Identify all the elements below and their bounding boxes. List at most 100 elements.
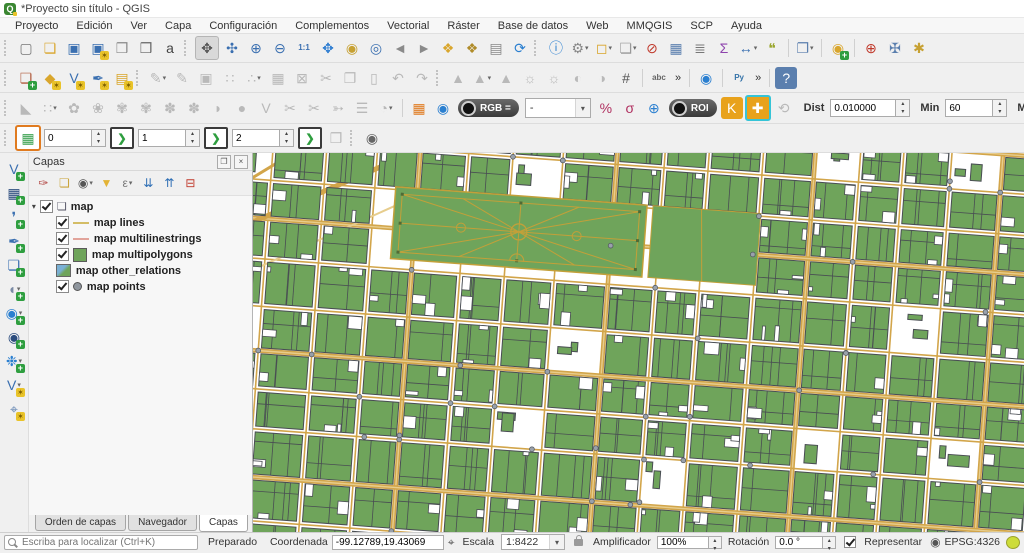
add-postgis-layer[interactable]: ◖+▾ [3, 278, 25, 300]
menu-ver[interactable]: Ver [122, 20, 157, 32]
new-geopackage-layer[interactable]: ◆✶ [39, 67, 61, 89]
layer-row[interactable]: map multipolygons [29, 247, 252, 262]
close-panel[interactable]: × [234, 155, 248, 169]
band-1-apply[interactable]: ❯ [110, 127, 134, 149]
check-geometries[interactable]: ✱ [908, 37, 930, 59]
dist-input[interactable] [830, 99, 895, 117]
run-feature-action[interactable]: ⚙▾ [569, 37, 591, 59]
gps-tracking[interactable]: ⊕ [860, 37, 882, 59]
collapse-all[interactable]: ⇈ [160, 174, 179, 193]
new-spatialite-layer[interactable]: ✒✶ [87, 67, 109, 89]
magnifier-input[interactable] [657, 536, 708, 549]
crs-value[interactable]: EPSG:4326 [945, 536, 1000, 548]
min-arrows[interactable]: ▴▾ [992, 99, 1007, 117]
zoom-native-resolution[interactable]: 1:1 [293, 37, 315, 59]
manage-map-themes[interactable]: ◉▾ [76, 174, 95, 193]
bookmark-manager[interactable]: ▤ [485, 37, 507, 59]
locator-input[interactable] [20, 536, 194, 549]
plugins-overflow[interactable]: » [755, 72, 761, 84]
menu-web[interactable]: Web [577, 20, 617, 32]
layer-checkbox[interactable] [56, 232, 69, 245]
measure-line[interactable]: ↔▾ [737, 37, 759, 59]
style-manager[interactable]: a [159, 37, 181, 59]
add-virtual-layer[interactable]: ❏+ [3, 254, 25, 276]
messages-icon[interactable] [1006, 536, 1020, 549]
new-map-view[interactable]: ❐▾ [794, 37, 816, 59]
dropdown-arrow-icon[interactable]: ▾ [575, 99, 590, 117]
menu-mmqgis[interactable]: MMQGIS [618, 20, 682, 32]
group-expander-icon[interactable]: ▾ [29, 202, 39, 211]
refresh-map[interactable]: ⟳ [509, 37, 531, 59]
band-2-arrows[interactable]: ▴▾ [185, 129, 200, 147]
add-wcs-layer[interactable]: ◉+ [3, 326, 25, 348]
scp-add-roi[interactable]: ✚ [745, 95, 771, 121]
osm-place-search[interactable]: ◉ [695, 67, 717, 89]
scp-band-set[interactable]: ▦ [408, 97, 430, 119]
add-vector-tile-layer[interactable]: V✶▾ [3, 374, 25, 396]
scp-percent-stretch[interactable]: % [595, 97, 617, 119]
rotation-arrows[interactable]: ▴▾ [822, 536, 836, 549]
map-tips[interactable]: ❝ [761, 37, 783, 59]
save-project-as[interactable]: ▣✶ [87, 37, 109, 59]
open-layer-styling[interactable]: ✑ [34, 174, 53, 193]
locator-search[interactable] [4, 535, 198, 550]
expand-all[interactable]: ⇊ [139, 174, 158, 193]
pan-map[interactable]: ✥ [195, 36, 219, 60]
georeferencer[interactable]: # [615, 67, 637, 89]
python-console[interactable]: Py [728, 67, 750, 89]
menu-edici-n[interactable]: Edición [67, 20, 121, 32]
open-attribute-table[interactable]: ▦ [665, 37, 687, 59]
filter-legend[interactable]: ▼ [97, 174, 116, 193]
layer-row[interactable]: map points [29, 279, 252, 294]
tab-navegador[interactable]: Navegador [128, 515, 197, 531]
add-delimited-text-layer[interactable]: ❜+ [3, 206, 25, 228]
map-canvas[interactable] [253, 153, 1024, 532]
menu-complementos[interactable]: Complementos [286, 20, 378, 32]
group-checkbox[interactable] [40, 200, 53, 213]
min-input[interactable] [945, 99, 992, 117]
field-calculator[interactable]: ≣ [689, 37, 711, 59]
open-project[interactable]: ❏ [39, 37, 61, 59]
layer-row[interactable]: map lines [29, 215, 252, 230]
add-wfs-layer[interactable]: ❉+▾ [3, 350, 25, 372]
scp-band-combination[interactable]: ▦ [15, 125, 41, 151]
select-by-value[interactable]: ❏▾ [617, 37, 639, 59]
render-checkbox[interactable] [844, 536, 856, 548]
layer-checkbox[interactable] [56, 280, 69, 293]
zoom-to-selection[interactable]: ◎ [365, 37, 387, 59]
pan-to-selection[interactable]: ✣ [221, 37, 243, 59]
menu-configuraci-n[interactable]: Configuración [200, 20, 286, 32]
add-group[interactable]: ❏ [55, 174, 74, 193]
dropdown-arrow-icon[interactable]: ▾ [549, 535, 564, 549]
menu-base-de-datos[interactable]: Base de datos [489, 20, 577, 32]
band-2-input[interactable] [138, 129, 185, 147]
menu-r-ster[interactable]: Ráster [438, 20, 488, 32]
new-project[interactable]: ▢ [15, 37, 37, 59]
add-wms-layer[interactable]: ◉+▾ [3, 302, 25, 324]
layer-row[interactable]: map multilinestrings [29, 231, 252, 246]
menu-ayuda[interactable]: Ayuda [722, 20, 771, 32]
coordinate-input[interactable] [332, 535, 444, 550]
select-features[interactable]: ◻▾ [593, 37, 615, 59]
add-vector-layer[interactable]: V+ [3, 158, 25, 180]
new-shapefile-layer[interactable]: V✶ [63, 67, 85, 89]
decoration-tools[interactable]: ✠ [884, 37, 906, 59]
deselect-all[interactable]: ⊘ [641, 37, 663, 59]
remove-layer[interactable]: ⊟ [181, 174, 200, 193]
layer-group-row[interactable]: ▾❏map [29, 199, 252, 214]
scp-sigma-stretch[interactable]: σ [619, 97, 641, 119]
scp-zoom-to-roi[interactable]: ⊕ [643, 97, 665, 119]
band-2-apply[interactable]: ❯ [204, 127, 228, 149]
tab-orden-de-capas[interactable]: Orden de capas [35, 515, 126, 531]
filter-by-expression[interactable]: ε▾ [118, 174, 137, 193]
menu-vectorial[interactable]: Vectorial [378, 20, 438, 32]
rgb-band-combo[interactable]: -▾ [525, 98, 591, 118]
magnifier-arrows[interactable]: ▴▾ [708, 536, 722, 549]
undock-panel[interactable]: ❐ [217, 155, 231, 169]
zoom-out[interactable]: ⊖ [269, 37, 291, 59]
new-virtual-layer[interactable]: ▤✶ [111, 67, 133, 89]
scale-combo[interactable]: 1:8422 ▾ [501, 534, 565, 550]
menu-capa[interactable]: Capa [156, 20, 200, 32]
band-3-apply[interactable]: ❯ [298, 127, 322, 149]
layer-checkbox[interactable] [56, 216, 69, 229]
